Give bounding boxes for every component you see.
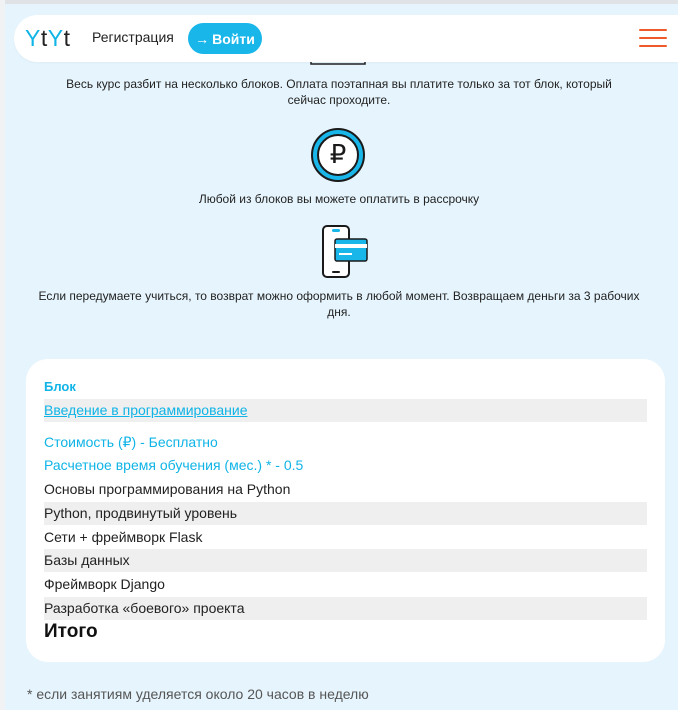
installment-text: Любой из блоков вы можете оплатить в рас… bbox=[198, 192, 480, 206]
logo-letter: Y bbox=[47, 25, 64, 51]
left-border bbox=[0, 0, 5, 710]
module-row: Основы программирования на Python bbox=[44, 481, 291, 497]
module-row: Python, продвинутый уровень bbox=[44, 502, 647, 525]
login-button[interactable]: → Войти bbox=[188, 23, 262, 54]
module-row: Разработка «боевого» проекта bbox=[44, 597, 647, 620]
menu-icon-bar bbox=[639, 37, 667, 39]
refund-info-text: Если передумаете учиться, то возврат мож… bbox=[10, 288, 668, 320]
site-header: YtYt Регистрация → Войти bbox=[14, 15, 678, 62]
phone-card-icon bbox=[320, 225, 370, 279]
register-link[interactable]: Регистрация bbox=[92, 29, 174, 45]
cost-row: Стоимость (₽) - Бесплатно bbox=[44, 434, 218, 450]
logo-letter: t bbox=[63, 25, 71, 51]
login-button-label: Войти bbox=[212, 30, 255, 47]
menu-icon-bar bbox=[639, 29, 667, 31]
duration-row: Расчетное время обучения (мес.) * - 0.5 bbox=[44, 457, 304, 473]
module-row: Базы данных bbox=[44, 549, 647, 572]
menu-icon[interactable] bbox=[639, 29, 667, 49]
block-title: Блок bbox=[44, 379, 76, 394]
module-row: Фреймворк Django bbox=[44, 576, 165, 592]
ruble-symbol: ₽ bbox=[329, 139, 347, 169]
site-logo[interactable]: YtYt bbox=[25, 25, 70, 51]
ruble-coin-icon: ₽ bbox=[310, 127, 366, 183]
module-row: Сети + фреймворк Flask bbox=[44, 529, 203, 545]
refund-info-line1: Если передумаете учиться, то возврат мож… bbox=[38, 289, 640, 303]
menu-icon-bar bbox=[639, 45, 667, 47]
refund-info-line2: дня. bbox=[327, 305, 351, 319]
footnote-text: * если занятиям уделяется около 20 часов… bbox=[27, 686, 369, 702]
top-border bbox=[0, 0, 678, 4]
logo-letter: Y bbox=[25, 25, 41, 51]
intro-programming-link[interactable]: Введение в программирование bbox=[44, 399, 647, 422]
blocks-info-line2: сейчас проходите. bbox=[287, 93, 391, 107]
logo-letter: t bbox=[40, 25, 48, 51]
blocks-info-text: Весь курс разбит на несколько блоков. Оп… bbox=[40, 76, 638, 108]
course-block-card: Блок Введение в программирование Стоимос… bbox=[26, 359, 665, 662]
arrow-right-icon: → bbox=[195, 30, 210, 47]
blocks-info-line1: Весь курс разбит на несколько блоков. Оп… bbox=[66, 77, 612, 91]
total-label: Итого bbox=[44, 621, 98, 642]
